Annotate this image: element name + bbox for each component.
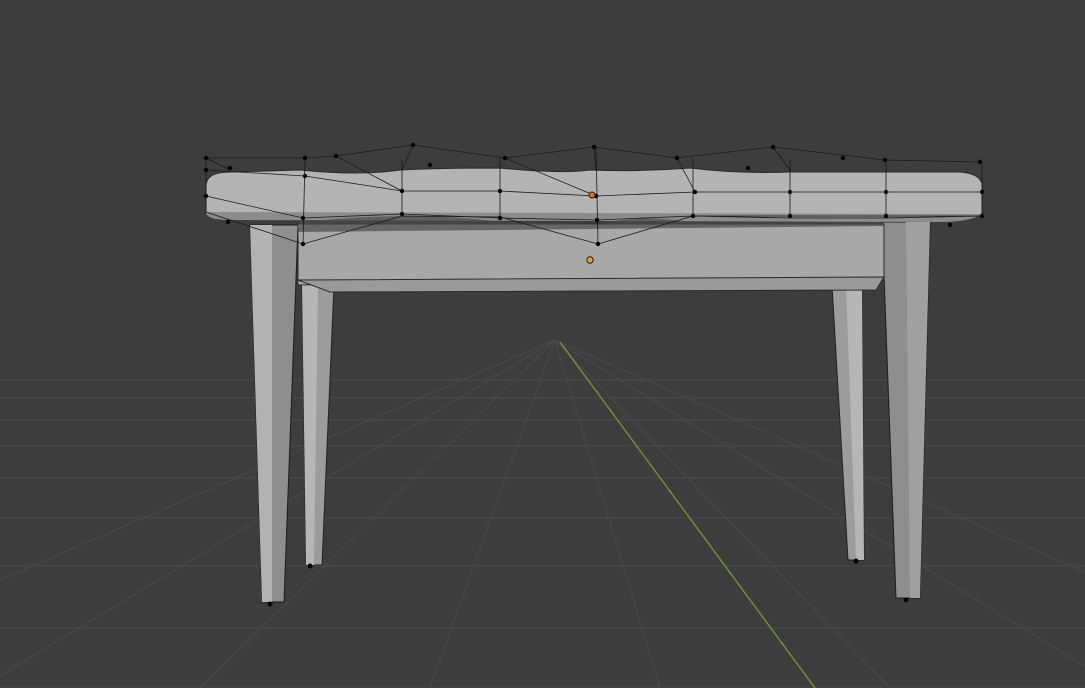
- cage-vertex: [770, 144, 776, 150]
- y-axis-line: [559, 341, 816, 688]
- cage-vertex: [840, 155, 846, 161]
- object-origin[interactable]: [588, 191, 596, 199]
- cage-vertex: [203, 167, 209, 173]
- cage-vertex: [300, 241, 306, 247]
- cage-vertex: [225, 219, 231, 225]
- cage-vertex: [882, 157, 888, 163]
- cage-vertex: [594, 217, 600, 223]
- cage-vertex: [227, 165, 233, 171]
- leg-foot-vertex: [853, 558, 859, 564]
- cage-vertex: [595, 241, 601, 247]
- apron-lower-rail: [297, 276, 885, 293]
- cage-vertex: [674, 155, 680, 161]
- cage-vertex: [399, 188, 405, 194]
- leg-front-left-side: [250, 225, 272, 602]
- cage-vertex: [979, 213, 985, 219]
- leg-foot-vertex: [307, 563, 313, 569]
- cage-vertex: [497, 188, 503, 194]
- grid-line: [554, 339, 661, 688]
- leg-foot-vertex: [903, 597, 909, 603]
- cage-vertex: [300, 215, 306, 221]
- grid-line: [199, 339, 556, 688]
- grid-line: [429, 339, 556, 688]
- cage-vertex: [203, 193, 209, 199]
- cage-vertex: [787, 213, 793, 219]
- cage-vertex: [787, 189, 793, 195]
- cage-vertex: [692, 189, 698, 195]
- cage-vertex: [410, 142, 416, 148]
- cage-vertex: [979, 189, 985, 195]
- cage-vertex: [977, 159, 983, 165]
- grid-line: [554, 339, 1085, 573]
- cage-vertex: [427, 162, 433, 168]
- cage-vertex: [497, 215, 503, 221]
- cage-vertex: [883, 213, 889, 219]
- cage-vertex: [591, 144, 597, 150]
- object-origin-selected[interactable]: [586, 256, 594, 264]
- cage-edge: [401, 144, 414, 171]
- cage-edge: [205, 157, 231, 171]
- cage-vertex: [883, 189, 889, 195]
- cage-edge: [772, 146, 791, 171]
- cage-vertex: [333, 153, 339, 159]
- leg-foot-vertex: [267, 601, 273, 607]
- cage-vertex: [399, 211, 405, 217]
- cage-vertex: [745, 165, 751, 171]
- cage-vertex: [302, 155, 308, 161]
- cage-vertex: [947, 222, 953, 228]
- table-apron[interactable]: [297, 223, 885, 286]
- cage-vertex: [203, 155, 209, 161]
- grid-line: [554, 339, 1085, 668]
- cage-vertex: [302, 173, 308, 179]
- 3d-viewport[interactable]: [0, 0, 1085, 688]
- cage-vertex: [502, 155, 508, 161]
- viewport-scene[interactable]: [0, 0, 1085, 688]
- leg-front-right-side: [906, 222, 930, 598]
- cage-vertex: [690, 213, 696, 219]
